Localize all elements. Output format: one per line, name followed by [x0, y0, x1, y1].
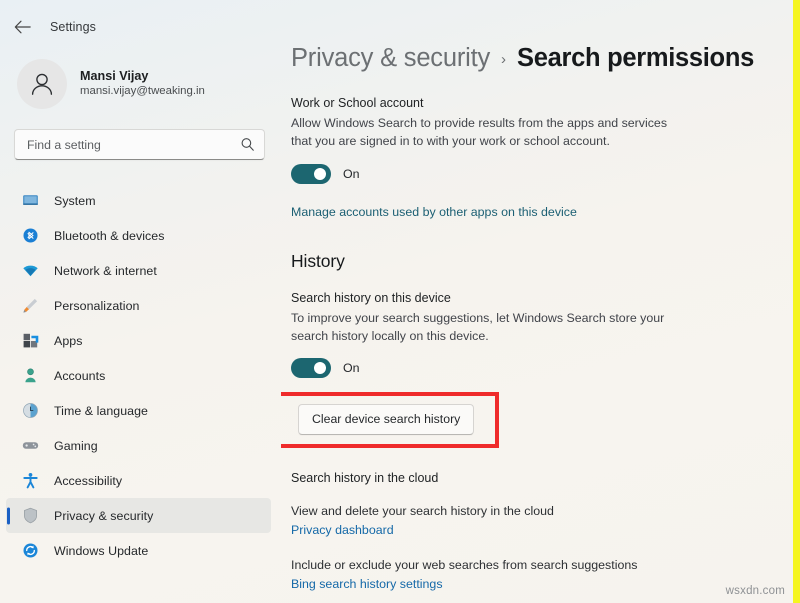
account-name: Mansi Vijay: [80, 69, 205, 84]
account-email: mansi.vijay@tweaking.in: [80, 85, 205, 98]
sidebar-item-bluetooth-devices[interactable]: Bluetooth & devices: [6, 218, 271, 253]
search-input[interactable]: [27, 138, 240, 152]
breadcrumb: Privacy & security › Search permissions: [291, 44, 800, 73]
cloud-history-block: Search history in the cloud View and del…: [291, 471, 800, 593]
toggle-knob: [314, 168, 326, 180]
clear-device-search-history-button[interactable]: Clear device search history: [298, 404, 474, 435]
sidebar-item-label: Privacy & security: [54, 509, 153, 523]
privacy-dashboard-link[interactable]: Privacy dashboard: [291, 523, 394, 537]
sidebar-item-label: Accessibility: [54, 474, 122, 488]
cloud-history-title: Search history in the cloud: [291, 471, 800, 485]
sidebar-item-accounts[interactable]: Accounts: [6, 358, 271, 393]
sidebar-item-label: Personalization: [54, 299, 139, 313]
device-history-description: To improve your search suggestions, let …: [291, 309, 686, 346]
sidebar-item-system[interactable]: System: [6, 183, 271, 218]
sidebar-item-label: Gaming: [54, 439, 98, 453]
work-account-toggle-state: On: [343, 167, 360, 181]
monitor-icon: [22, 192, 39, 209]
highlight-annotation: Clear device search history: [281, 392, 499, 448]
sidebar-item-label: Time & language: [54, 404, 148, 418]
back-arrow-icon[interactable]: [11, 16, 33, 38]
work-account-title: Work or School account: [291, 96, 800, 110]
right-edge-strip: [793, 0, 800, 603]
apps-icon: [22, 332, 39, 349]
toggle-knob: [314, 362, 326, 374]
app-title: Settings: [50, 20, 96, 34]
work-account-toggle-row: On: [291, 164, 800, 184]
history-heading: History: [291, 251, 800, 272]
sidebar-item-time-language[interactable]: Time & language: [6, 393, 271, 428]
sidebar-item-accessibility[interactable]: Accessibility: [6, 463, 271, 498]
title-bar: Settings: [0, 10, 281, 44]
device-history-toggle[interactable]: [291, 358, 331, 378]
sidebar-item-gaming[interactable]: Gaming: [6, 428, 271, 463]
sidebar-item-label: Network & internet: [54, 264, 157, 278]
sidebar-item-label: Windows Update: [54, 544, 148, 558]
main-content: Privacy & security › Search permissions …: [281, 0, 800, 603]
bluetooth-icon: [22, 227, 39, 244]
bing-search-history-settings-link[interactable]: Bing search history settings: [291, 577, 443, 591]
update-icon: [22, 542, 39, 559]
account-icon: [22, 367, 39, 384]
sidebar-item-windows-update[interactable]: Windows Update: [6, 533, 271, 568]
person-avatar-icon: [17, 59, 67, 109]
search-box[interactable]: [14, 129, 265, 160]
account-block[interactable]: Mansi Vijay mansi.vijay@tweaking.in: [0, 44, 281, 110]
clock-icon: [22, 402, 39, 419]
wifi-icon: [22, 262, 39, 279]
search-container: [0, 110, 281, 160]
cloud-include-text: Include or exclude your web searches fro…: [291, 558, 800, 572]
work-account-toggle[interactable]: [291, 164, 331, 184]
sidebar-item-label: Apps: [54, 334, 82, 348]
settings-window: Settings Mansi Vijay mansi.vijay@tweakin…: [0, 0, 800, 603]
device-history-toggle-row: On: [291, 358, 800, 378]
shield-icon: [22, 507, 39, 524]
cloud-view-text: View and delete your search history in t…: [291, 504, 800, 518]
sidebar-item-personalization[interactable]: Personalization: [6, 288, 271, 323]
device-history-title: Search history on this device: [291, 291, 800, 305]
paintbrush-icon: [22, 297, 39, 314]
watermark: wsxdn.com: [726, 585, 785, 597]
device-history-toggle-state: On: [343, 361, 360, 375]
sidebar-item-apps[interactable]: Apps: [6, 323, 271, 358]
sidebar-item-label: Accounts: [54, 369, 105, 383]
sidebar-item-label: Bluetooth & devices: [54, 229, 164, 243]
sidebar-nav: System Bluetooth & devices Network & inter…: [0, 183, 281, 568]
breadcrumb-parent[interactable]: Privacy & security: [291, 44, 490, 73]
search-icon[interactable]: [240, 137, 255, 152]
sidebar: Settings Mansi Vijay mansi.vijay@tweakin…: [0, 0, 281, 603]
accessibility-icon: [22, 472, 39, 489]
chevron-right-icon: ›: [501, 51, 506, 68]
sidebar-item-privacy-security[interactable]: Privacy & security: [6, 498, 271, 533]
sidebar-item-network-internet[interactable]: Network & internet: [6, 253, 271, 288]
page-title: Search permissions: [517, 44, 754, 73]
sidebar-item-label: System: [54, 194, 96, 208]
manage-accounts-link[interactable]: Manage accounts used by other apps on th…: [291, 205, 577, 219]
gamepad-icon: [22, 437, 39, 454]
work-account-description: Allow Windows Search to provide results …: [291, 114, 686, 151]
